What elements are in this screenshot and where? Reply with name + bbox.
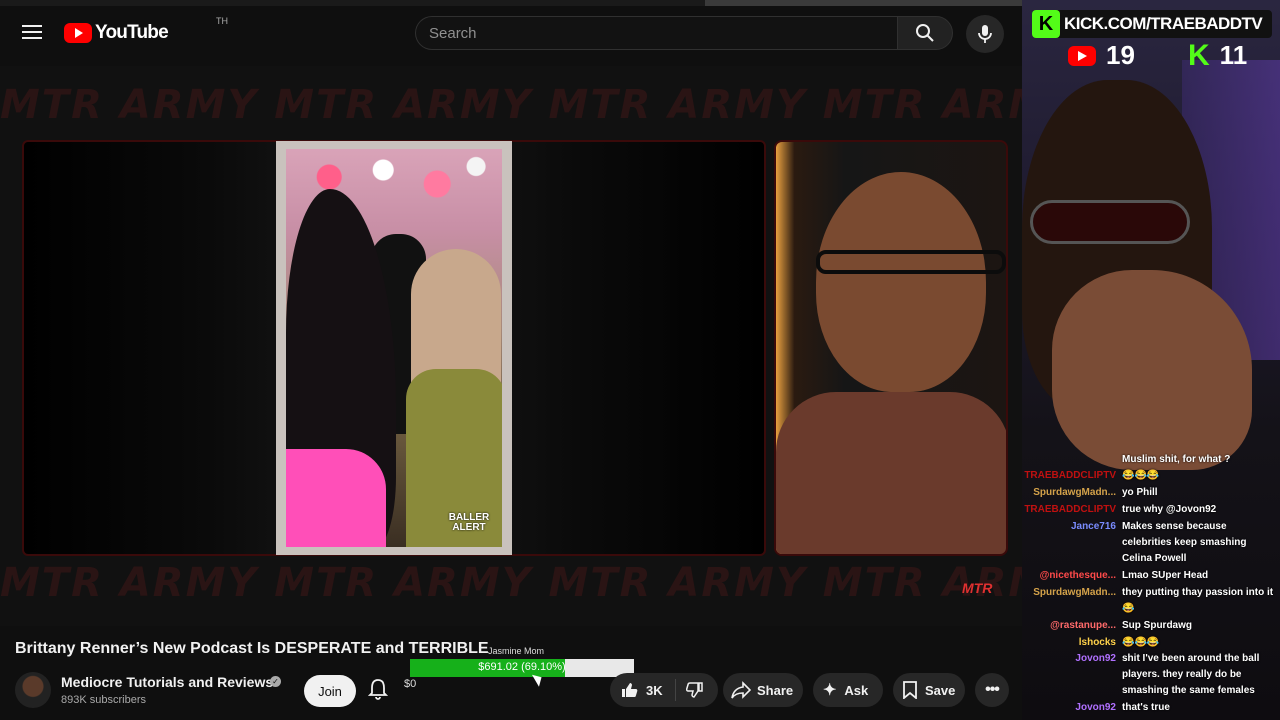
reel-clip: BALLER ALERT <box>276 141 512 555</box>
ask-label: Ask <box>844 682 869 698</box>
donation-goal-bar: $691.02 (69.10%) <box>410 659 634 677</box>
watermark-top: MTR ARMY MTR ARMY MTR ARMY MTR ARMY MTR … <box>0 82 1022 128</box>
chat-text: that's true <box>1122 702 1170 713</box>
save-button[interactable]: Save <box>893 673 965 707</box>
kick-logo-icon: K <box>1032 10 1060 38</box>
verified-check-icon: ✓ <box>270 676 281 687</box>
chat-username: SpurdawgMadn... <box>1033 587 1116 598</box>
sparkle-icon: ✦ <box>823 682 837 699</box>
bookmark-icon <box>903 681 917 699</box>
guest-body <box>776 392 1006 554</box>
chat-text: Makes sense because celebrities keep sma… <box>1122 521 1247 564</box>
streamer-hand <box>1052 270 1252 470</box>
kick-banner: K KICK.COM/TRAEBADDTV <box>1032 10 1272 38</box>
youtube-logo[interactable]: YouTube TH <box>64 16 228 44</box>
chat-username: TRAEBADDCLIPTV <box>1024 470 1116 481</box>
thumbs-up-icon <box>622 683 638 697</box>
youtube-viewers: 19 <box>1068 40 1135 71</box>
kick-url: KICK.COM/TRAEBADDTV <box>1064 14 1263 33</box>
search-button[interactable] <box>897 16 953 50</box>
viewer-counts: 19 K 11 <box>1068 40 1278 71</box>
kick-viewers: K 11 <box>1188 40 1247 71</box>
video-player[interactable]: MTR ARMY MTR ARMY MTR ARMY MTR ARMY MTR … <box>0 66 1022 626</box>
streamer-overlay: K KICK.COM/TRAEBADDTV 19 K 11 Muslim shi… <box>1022 0 1280 720</box>
chat-text: 😂😂😂 <box>1122 470 1160 481</box>
baller-alert-logo: BALLER ALERT <box>448 512 490 533</box>
superchat-amount: $0 <box>404 678 417 690</box>
share-icon <box>731 681 751 699</box>
chat-text: Sup Spurdawg <box>1122 620 1192 631</box>
chat-text: shit I've been around the ball players. … <box>1122 653 1260 696</box>
like-dislike-group: 3K <box>610 673 718 707</box>
ask-button[interactable]: ✦ Ask <box>813 673 883 707</box>
search-box <box>415 16 897 50</box>
chat-username: TRAEBADDCLIPTV <box>1024 504 1116 515</box>
brand-wordmark: YouTube <box>95 22 169 43</box>
youtube-icon <box>1068 45 1096 66</box>
like-count: 3K <box>646 682 663 698</box>
guest-camera-panel <box>774 140 1008 556</box>
more-dots-icon: ••• <box>985 681 1000 698</box>
streamer-sunglasses <box>1030 200 1190 244</box>
guest-face <box>816 172 986 392</box>
chat-text: they putting thay passion into it 😂 <box>1122 587 1274 614</box>
youtube-window: YouTube TH MTR ARMY MTR ARMY MTR ARMY MT… <box>0 0 1022 720</box>
chat-text: yo Phill <box>1122 487 1158 498</box>
like-button[interactable]: 3K <box>610 679 676 701</box>
subscriber-count: 893K subscribers <box>61 694 146 706</box>
chat-text: true why @Jovon92 <box>1122 504 1217 515</box>
goal-label: Jasmine Mom <box>488 646 545 656</box>
chat-username: Jance716 <box>1070 521 1116 532</box>
chat-text: 😂😂😂 <box>1122 637 1160 648</box>
join-button[interactable]: Join <box>304 675 356 707</box>
kick-icon: K <box>1188 38 1210 72</box>
watermark-bottom: MTR ARMY MTR ARMY MTR ARMY MTR ARMY MTR … <box>0 560 1022 606</box>
search-icon <box>916 24 934 42</box>
chat-text: Lmao SUper Head <box>1122 570 1209 581</box>
thumbs-down-icon <box>685 682 703 698</box>
share-label: Share <box>757 682 794 698</box>
chat-username: lshocks <box>1078 637 1116 648</box>
kick-viewer-count: 11 <box>1219 40 1248 70</box>
channel-avatar[interactable] <box>15 672 51 708</box>
goal-text: $691.02 (69.10%) <box>478 661 566 673</box>
video-title: Brittany Renner’s New Podcast Is DESPERA… <box>15 640 489 657</box>
search-input[interactable] <box>416 17 897 49</box>
chat-username: Jovon92 <box>1075 653 1116 664</box>
share-button[interactable]: Share <box>723 673 803 707</box>
channel-name[interactable]: Mediocre Tutorials and Reviews <box>61 674 273 690</box>
voice-search-button[interactable] <box>966 15 1004 53</box>
chat-username: SpurdawgMadn... <box>1033 487 1116 498</box>
chat-username: @rastanupe... <box>1050 620 1116 631</box>
mtr-logo: MTR <box>962 580 993 596</box>
guest-glasses <box>816 250 1006 274</box>
more-actions-button[interactable]: ••• <box>975 673 1009 707</box>
chat-username: @nicethesque... <box>1039 570 1116 581</box>
microphone-icon <box>978 25 992 43</box>
menu-icon[interactable] <box>22 24 42 40</box>
notification-bell-icon[interactable] <box>367 678 389 705</box>
chat-text: Muslim shit, for what ? <box>1122 454 1231 465</box>
pink-dress <box>286 449 386 547</box>
save-label: Save <box>925 682 956 698</box>
country-code: TH <box>216 16 228 26</box>
youtube-viewer-count: 19 <box>1106 40 1135 70</box>
masthead: YouTube TH <box>0 6 1022 62</box>
youtube-play-icon <box>64 23 92 43</box>
dislike-button[interactable] <box>676 681 704 699</box>
chat-username: Jovon92 <box>1075 702 1116 713</box>
